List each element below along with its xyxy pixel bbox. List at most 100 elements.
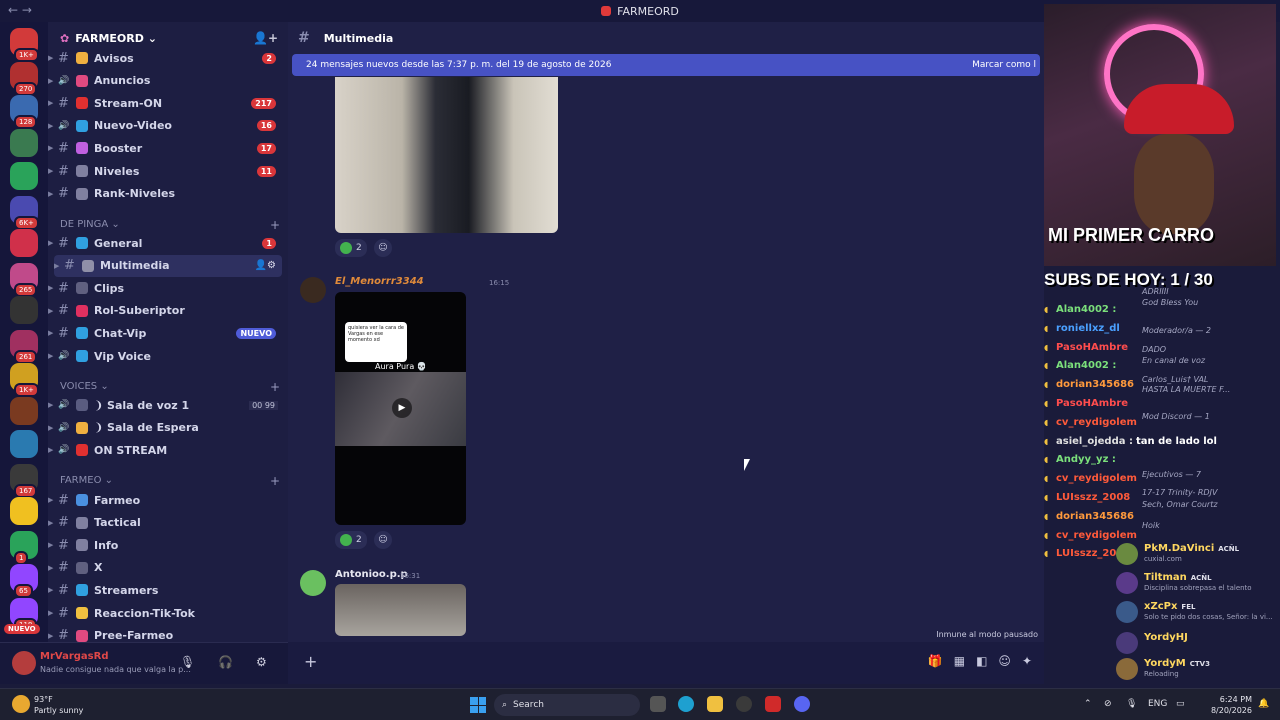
server-icon[interactable]: 1K+ <box>10 28 39 62</box>
back-forward-icon[interactable]: ← → <box>8 3 32 17</box>
channel-item[interactable]: ▶ # Tactical <box>48 512 288 534</box>
speaker-icon: 🔊 <box>58 75 70 86</box>
message-composer[interactable]: + 🎁 ▦ ◧ ☺ ✦ <box>288 642 1044 684</box>
channel-category[interactable]: FARMEO ⌄ + <box>60 474 280 488</box>
language[interactable]: ENG <box>1148 699 1167 709</box>
video-attachment[interactable]: quisiera ver la cara de Vargas en ese mo… <box>335 292 466 525</box>
server-icon[interactable]: 128 <box>10 95 38 129</box>
server-icon[interactable] <box>10 497 38 525</box>
channel-item[interactable]: ▶ 🔊 Vip Voice <box>48 345 288 367</box>
member-status: Disciplina sobrepasa el talento <box>1144 584 1252 592</box>
invite-icon[interactable]: 👤+ <box>253 31 278 45</box>
server-icon[interactable] <box>10 162 38 190</box>
microphone-icon[interactable]: 🎙 <box>180 655 195 669</box>
channel-item[interactable]: ▶ # Chat-Vip NUEVO <box>48 322 288 344</box>
moon-icon: ◖ <box>1044 511 1049 521</box>
channel-item[interactable]: ▶ # Clips <box>48 277 288 299</box>
channel-item[interactable]: ▶ # Stream-ON 217 <box>48 92 288 114</box>
server-icon[interactable] <box>10 430 38 458</box>
microphone-icon[interactable]: 🎙 <box>1126 699 1137 709</box>
channel-category[interactable]: VOICES ⌄ + <box>60 380 280 394</box>
channel-name: Farmeo <box>94 493 141 507</box>
channel-item[interactable]: ▶ # Farmeo <box>48 489 288 511</box>
channel-item[interactable]: ▶ 🔊 Nuevo-Video 16 <box>48 115 288 137</box>
channel-item[interactable]: ▶ # Avisos 2 <box>48 47 288 69</box>
folder-icon[interactable] <box>707 696 723 712</box>
add-reaction-icon[interactable]: ☺ <box>374 239 392 257</box>
channel-item[interactable]: ▶ 🔊 ❩ Sala de Espera <box>48 417 288 439</box>
server-icon[interactable]: 1K+ <box>10 363 39 397</box>
channel-item[interactable]: ▶ # X <box>48 557 288 579</box>
weather-widget[interactable]: 93°F Partly sunny <box>34 694 83 716</box>
channel-settings-icon[interactable]: 👤⚙ <box>255 260 276 271</box>
channel-item[interactable]: ▶ # Reaccion-Tik-Tok <box>48 602 288 624</box>
mark-read-button[interactable]: Marcar como l <box>972 60 1036 70</box>
server-icon[interactable]: 167 <box>10 463 38 498</box>
add-channel-icon[interactable]: + <box>270 474 280 488</box>
weather-icon[interactable] <box>12 695 30 713</box>
server-icon[interactable] <box>10 128 38 157</box>
gear-icon[interactable]: ⚙ <box>256 655 267 669</box>
channel-item[interactable]: ▶ # Multimedia 👤⚙ <box>54 254 282 277</box>
plus-icon[interactable]: + <box>304 652 317 671</box>
unread-badge: 16 <box>256 120 276 132</box>
channel-item[interactable]: ▶ # Pree-Farmeo <box>48 625 288 642</box>
chevron-right-icon: ▶ <box>48 563 54 572</box>
server-icon[interactable]: 265 <box>10 262 38 297</box>
chrome-icon[interactable] <box>736 696 752 712</box>
channel-item[interactable]: ▶ # Rank-Niveles <box>48 183 288 205</box>
add-channel-icon[interactable]: + <box>270 218 280 232</box>
server-icon[interactable]: 270 <box>10 61 38 96</box>
obs-icon[interactable] <box>765 696 781 712</box>
gif-icon[interactable]: ▦ <box>954 654 965 668</box>
server-icon[interactable]: 65 <box>10 564 38 598</box>
add-channel-icon[interactable]: + <box>270 380 280 394</box>
headphones-icon[interactable]: 🎧 <box>218 655 233 669</box>
server-icon[interactable] <box>10 296 38 324</box>
image-attachment[interactable] <box>335 584 466 636</box>
image-attachment[interactable] <box>335 77 558 233</box>
channel-item[interactable]: ▶ # General 1 <box>48 232 288 254</box>
user-name[interactable]: MrVargasRd <box>40 651 108 662</box>
avatar[interactable] <box>300 570 326 596</box>
channel-item[interactable]: ▶ # Info <box>48 534 288 556</box>
task-view-icon[interactable] <box>650 696 666 712</box>
gift-icon[interactable]: 🎁 <box>928 654 943 668</box>
taskbar-search[interactable]: ⌕ Search <box>494 694 640 716</box>
play-icon[interactable]: ▶ <box>392 398 412 418</box>
channel-item[interactable]: ▶ # Rol-Suberiptor <box>48 300 288 322</box>
chevron-up-icon[interactable]: ⌃ <box>1084 699 1092 709</box>
server-icon[interactable] <box>10 396 38 425</box>
discord-icon[interactable] <box>794 696 810 712</box>
channel-item[interactable]: ▶ 🔊 ❩ Sala de voz 1 00 99 <box>48 394 288 416</box>
clock[interactable]: 6:24 PM 8/20/2026 <box>1192 694 1252 716</box>
channel-item[interactable]: ▶ 🔊 Anuncios <box>48 70 288 92</box>
server-icon[interactable]: 1 <box>10 530 38 565</box>
sticker-icon[interactable]: ◧ <box>976 654 987 668</box>
channel-item[interactable]: ▶ # Booster 17 <box>48 137 288 159</box>
avatar[interactable] <box>300 277 326 303</box>
windows-start-icon[interactable] <box>470 697 486 713</box>
channel-item[interactable]: ▶ # Streamers <box>48 579 288 601</box>
reaction-check[interactable]: 2 <box>335 531 367 549</box>
server-icon[interactable]: 6K+ <box>10 195 39 230</box>
avatar[interactable] <box>12 651 36 675</box>
channel-category[interactable]: DE PINGA ⌄ + <box>60 218 280 232</box>
server-icon[interactable] <box>10 229 38 257</box>
server-icon[interactable]: 261 <box>10 329 38 364</box>
bell-icon[interactable]: 🔔 <box>1258 699 1269 709</box>
add-reaction-icon[interactable]: ☺ <box>374 531 392 549</box>
unread-badge: NUEVO <box>236 327 276 339</box>
message-author[interactable]: El_Menorrr3344 <box>335 276 424 287</box>
monitor-icon[interactable]: ▭ <box>1176 699 1185 709</box>
message-author[interactable]: Antonioo.p.p <box>335 569 408 580</box>
channel-item[interactable]: ▶ 🔊 ON STREAM <box>48 439 288 461</box>
server-icon[interactable]: 118 <box>10 597 38 632</box>
channel-item[interactable]: ▶ # Niveles 11 <box>48 160 288 182</box>
new-messages-bar[interactable]: 24 mensajes nuevos desde las 7:37 p. m. … <box>292 54 1040 76</box>
reaction-check[interactable]: 2 <box>335 239 367 257</box>
apps-icon[interactable]: ✦ <box>1022 654 1032 668</box>
edge-icon[interactable] <box>678 696 694 712</box>
emoji-icon[interactable]: ☺ <box>998 654 1011 668</box>
network-icon[interactable]: ⊘ <box>1104 699 1112 709</box>
